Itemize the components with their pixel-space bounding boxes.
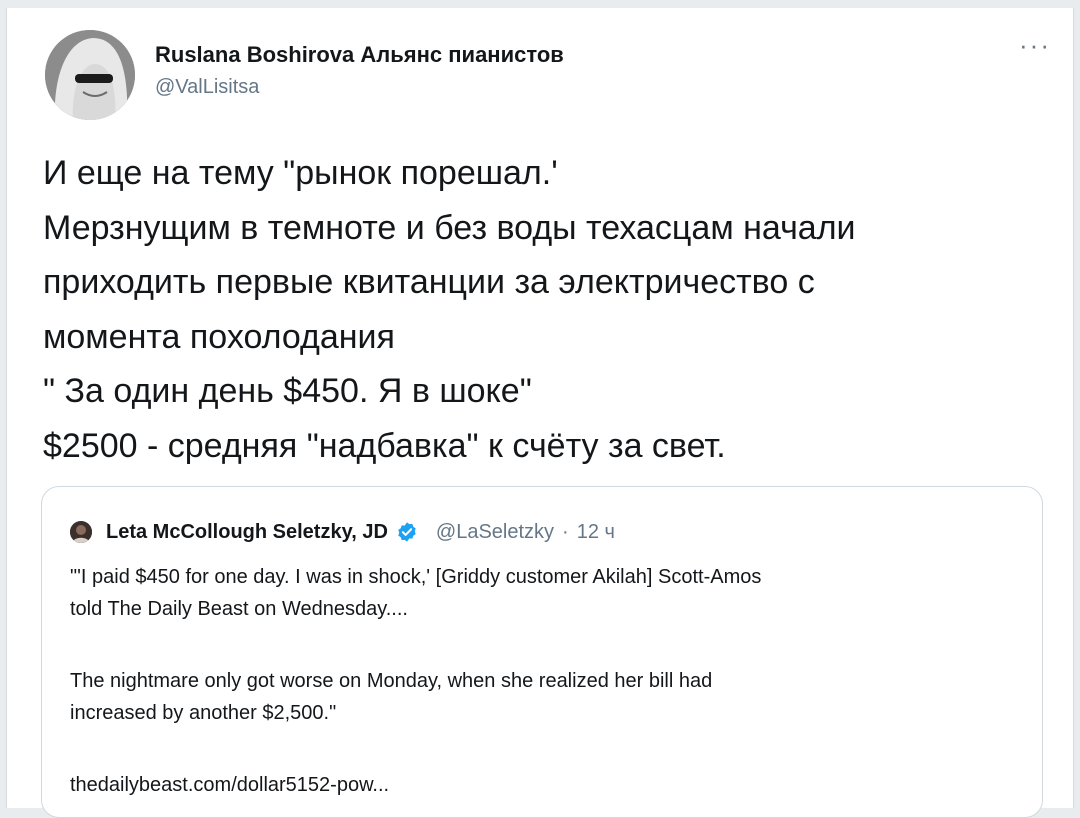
tweet-text: И еще на тему "рынок порешал.' Мерзнущим… xyxy=(43,146,1053,473)
quoted-author-handle[interactable]: @LaSeletzky xyxy=(436,521,554,544)
quoted-tweet-header: Leta McCollough Seletzky, JD @LaSeletzky… xyxy=(70,517,615,547)
meta-separator: · xyxy=(562,520,569,543)
author-avatar[interactable] xyxy=(45,30,135,120)
author-name[interactable]: Ruslana Boshirova Альянс пианистов xyxy=(155,42,564,68)
tweet-line: И еще на тему "рынок порешал.' xyxy=(43,154,558,192)
quoted-line: told The Daily Beast on Wednesday.... xyxy=(70,598,408,620)
tweet-line: приходить первые квитанции за электричес… xyxy=(43,263,815,301)
tweet-line: момента похолодания xyxy=(43,317,395,356)
quoted-link[interactable]: thedailybeast.com/dollar5152-pow... xyxy=(70,769,1020,801)
quoted-tweet-text: "'I paid $450 for one day. I was in shoc… xyxy=(70,561,1020,801)
tweet-line: " За один день $450. Я в шоке" xyxy=(43,372,532,410)
verified-badge-icon xyxy=(398,522,416,542)
tweet-line: Мерзнущим в темноте и без воды техасцам … xyxy=(43,208,856,247)
more-options-button[interactable]: ··· xyxy=(1019,30,1051,61)
tweet-card: Ruslana Boshirova Альянс пианистов @ValL… xyxy=(6,8,1074,818)
avatar-photo-icon xyxy=(45,30,135,120)
author-handle[interactable]: @ValLisitsa xyxy=(155,76,259,99)
quoted-timestamp[interactable]: 12 ч xyxy=(577,521,615,544)
avatar-photo-icon xyxy=(70,521,92,543)
quoted-line: The nightmare only got worse on Monday, … xyxy=(70,670,713,692)
quoted-line: "'I paid $450 for one day. I was in shoc… xyxy=(70,566,762,588)
quoted-author-name[interactable]: Leta McCollough Seletzky, JD xyxy=(106,521,388,544)
tweet-line: $2500 - средняя "надбавка" к счёту за св… xyxy=(43,426,726,465)
quoted-author-avatar[interactable] xyxy=(70,521,92,543)
quoted-tweet[interactable]: Leta McCollough Seletzky, JD @LaSeletzky… xyxy=(41,486,1043,818)
quoted-line: increased by another $2,500." xyxy=(70,702,337,724)
